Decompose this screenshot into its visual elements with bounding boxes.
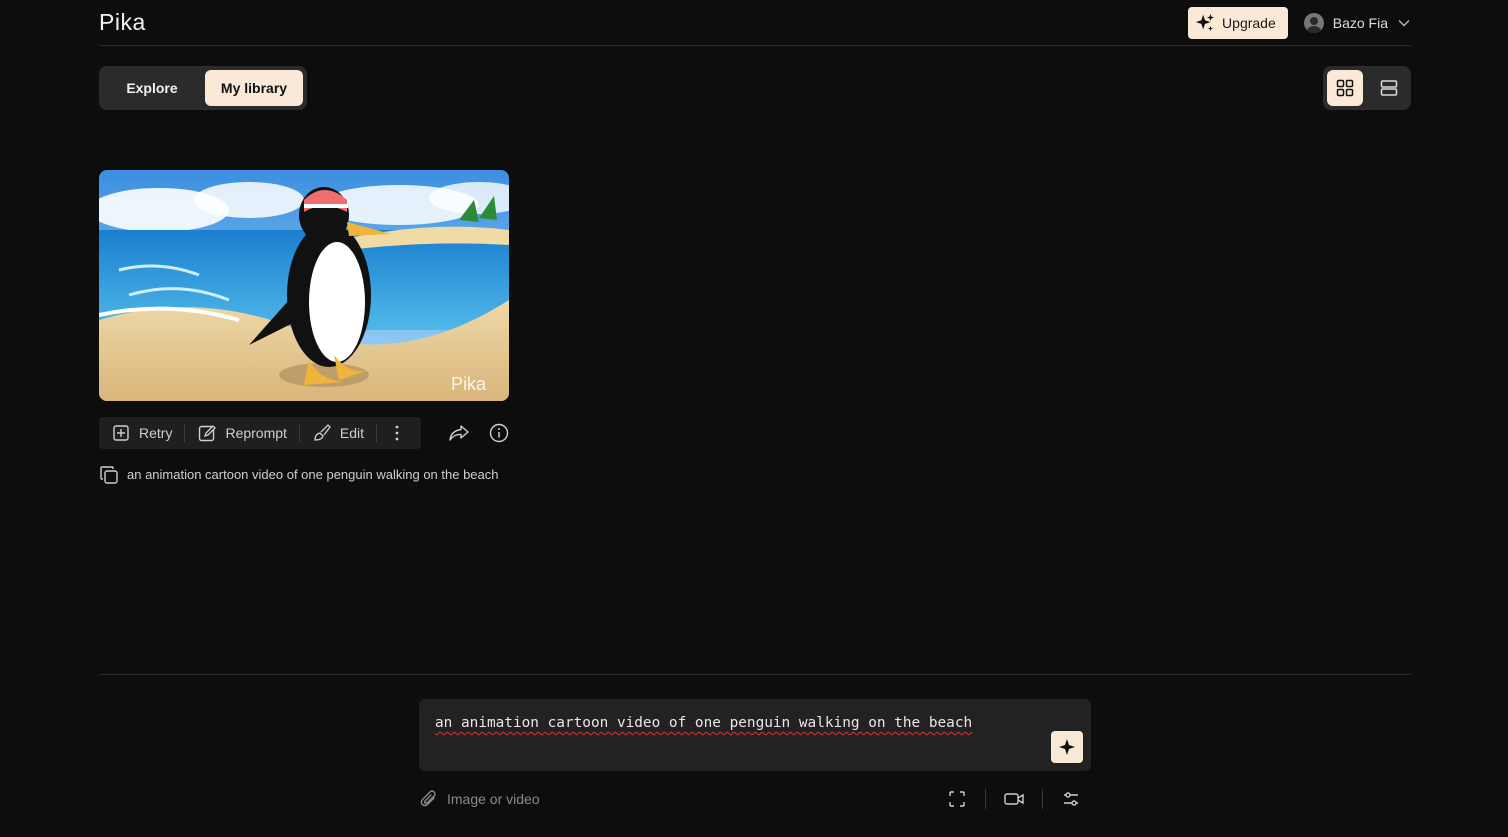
reprompt-label: Reprompt (225, 425, 287, 441)
camera-control-button[interactable] (1003, 788, 1025, 810)
video-action-bar: Retry Reprompt Edit (99, 417, 421, 449)
upgrade-button[interactable]: Upgrade (1188, 6, 1288, 39)
video-watermark: Pika (451, 374, 487, 394)
edit-button[interactable]: Edit (300, 417, 376, 449)
info-icon (489, 423, 509, 443)
video-thumbnail[interactable]: Pika (99, 170, 509, 401)
brush-icon (314, 424, 331, 441)
settings-button[interactable] (1060, 788, 1082, 810)
separator (1042, 789, 1043, 809)
video-camera-icon (1004, 793, 1024, 805)
avatar (1303, 12, 1324, 33)
grid-icon (1336, 79, 1354, 97)
tab-explore[interactable]: Explore (103, 70, 201, 106)
retry-icon (113, 425, 129, 441)
edit-pencil-icon (199, 425, 217, 442)
more-options-button[interactable] (377, 417, 417, 449)
tab-my-library[interactable]: My library (205, 70, 303, 106)
library-tabs: Explore My library (99, 66, 307, 110)
prompt-input[interactable]: an animation cartoon video of one pengui… (435, 715, 1031, 731)
aspect-ratio-button[interactable] (946, 788, 968, 810)
share-button[interactable] (448, 423, 470, 448)
more-vertical-icon (395, 425, 399, 441)
info-button[interactable] (489, 423, 509, 448)
retry-button[interactable]: Retry (99, 417, 184, 449)
composer-tools (946, 787, 1082, 811)
share-icon (449, 425, 469, 441)
upgrade-label: Upgrade (1222, 14, 1276, 31)
grid-view-button[interactable] (1327, 70, 1363, 106)
header-actions: Upgrade Bazo Fia (1188, 6, 1411, 39)
video-prompt: an animation cartoon video of one pengui… (99, 465, 509, 485)
attach-label: Image or video (447, 791, 540, 807)
edit-label: Edit (339, 425, 365, 441)
pika-logo[interactable]: Pika (99, 9, 146, 36)
paperclip-icon (420, 790, 436, 807)
divider (99, 674, 1411, 675)
sliders-icon (1064, 792, 1078, 806)
retry-label: Retry (139, 425, 173, 441)
list-view-button[interactable] (1371, 70, 1407, 106)
reprompt-button[interactable]: Reprompt (185, 417, 298, 449)
prompt-text: an animation cartoon video of one pengui… (127, 467, 499, 482)
top-header: Pika Upgrade Bazo Fia (99, 0, 1411, 46)
sparkle-icon (1195, 13, 1215, 31)
attach-media-button[interactable]: Image or video (419, 789, 540, 809)
prompt-composer[interactable]: an animation cartoon video of one pengui… (419, 699, 1091, 771)
user-menu[interactable]: Bazo Fia (1303, 12, 1411, 33)
separator (985, 789, 986, 809)
user-name: Bazo Fia (1332, 14, 1388, 31)
generate-button[interactable] (1051, 731, 1083, 763)
aspect-ratio-icon (949, 791, 965, 807)
chevron-down-icon (1398, 19, 1410, 26)
view-toggle (1323, 66, 1411, 110)
copy-icon[interactable] (99, 465, 119, 485)
sparkle-icon (1059, 739, 1075, 755)
list-icon (1380, 80, 1398, 96)
